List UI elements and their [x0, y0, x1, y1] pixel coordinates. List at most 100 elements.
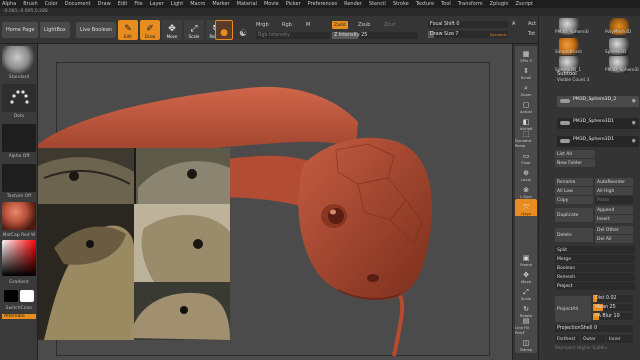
del-other-button[interactable]: Del Other — [595, 226, 633, 234]
material-thumb[interactable] — [2, 202, 36, 230]
menu-item-macro[interactable]: Macro — [190, 1, 205, 7]
eye-icon[interactable]: ◉ — [632, 98, 636, 104]
all-low-button[interactable]: All Low — [555, 187, 593, 195]
remesh-menu[interactable]: Remesh — [555, 273, 635, 281]
shelf-button-dynamic-persp[interactable]: ⬚ Dynamic Persp — [515, 130, 537, 149]
menu-item-document[interactable]: Document — [65, 1, 91, 7]
reproject-higher-subdiv-button[interactable]: Reproject Higher Subdiv — [555, 346, 607, 351]
material-swatch-button[interactable]: ● — [215, 20, 233, 40]
rgb-intensity-slider[interactable]: Rgb Intensity — [256, 32, 330, 39]
alpha-thumb[interactable] — [2, 124, 36, 152]
subtool-row[interactable]: PM3D_Sphere3D1 ◉ — [557, 118, 639, 129]
mrgb-button[interactable]: Mrgb — [256, 22, 269, 28]
standard-brush-thumb[interactable] — [2, 46, 36, 74]
shelf-button-spix-3[interactable]: ▦ SPix 3 — [515, 46, 537, 64]
shelf-button-zoom[interactable]: ⌕ Zoom — [515, 80, 537, 98]
shelf-button-qxyz[interactable]: ⤧ Qxyz — [515, 199, 537, 217]
shelf-button-move[interactable]: ✥ Move — [515, 267, 537, 285]
shelf-button-transp[interactable]: ◫ Transp — [515, 335, 537, 353]
menu-item-picker[interactable]: Picker — [286, 1, 301, 7]
menu-item-zscript[interactable]: Zscript — [516, 1, 533, 7]
subtool-row[interactable]: PM3D_Sphere3D_2 ◉ — [557, 96, 639, 107]
live-boolean-button[interactable]: Live Boolean — [76, 22, 117, 38]
dist-slider[interactable]: Dist 0.02 — [593, 295, 633, 302]
shelf-button-l-sym[interactable]: ⊗ L.Sym — [515, 182, 537, 200]
alternate-button[interactable]: Alternate — [2, 314, 36, 319]
zsub-button[interactable]: Zsub — [358, 22, 370, 28]
draw-button[interactable]: ✐ Draw — [140, 20, 160, 40]
menu-item-layer[interactable]: Layer — [150, 1, 164, 7]
autoreorder-button[interactable]: AutoReorder — [595, 178, 633, 186]
shelf-button-local[interactable]: ⊕ Local — [515, 165, 537, 183]
menu-item-brush[interactable]: Brush — [23, 1, 37, 7]
shelf-button-frame[interactable]: ▣ Frame — [515, 250, 537, 268]
menu-item-zplugin[interactable]: Zplugin — [490, 1, 509, 7]
shelf-button-line-fill-polyf[interactable]: ▤ Line Fill PolyF — [515, 317, 537, 336]
delete-button[interactable]: Delete — [555, 228, 593, 242]
m-button[interactable]: M — [306, 22, 310, 28]
duplicate-button[interactable]: Duplicate — [555, 208, 593, 222]
inner-button[interactable]: Inner — [607, 335, 633, 343]
farthest-button[interactable]: Farthest — [555, 335, 579, 343]
menu-item-edit[interactable]: Edit — [118, 1, 128, 7]
zadd-button[interactable]: Zadd — [332, 21, 348, 29]
lightbox-button[interactable]: LightBox — [40, 22, 70, 38]
edit-button[interactable]: ✎ Edit — [118, 20, 138, 40]
menu-item-color[interactable]: Color — [45, 1, 58, 7]
menu-item-marker[interactable]: Marker — [212, 1, 229, 7]
color-mode-button[interactable]: ☯ — [236, 20, 250, 40]
main-color-swatch[interactable] — [4, 290, 18, 302]
append-button[interactable]: Append — [595, 206, 633, 214]
menu-item-render[interactable]: Render — [344, 1, 362, 7]
menu-item-texture[interactable]: Texture — [416, 1, 434, 7]
copy-button[interactable]: Copy — [555, 196, 593, 204]
menu-item-movie[interactable]: Movie — [264, 1, 279, 7]
project-menu[interactable]: Project — [555, 282, 635, 290]
insert-button[interactable]: Insert — [595, 215, 633, 223]
boolean-menu[interactable]: Boolean — [555, 264, 635, 272]
texture-thumb[interactable] — [2, 164, 36, 192]
reference-image-overlay[interactable] — [38, 148, 230, 340]
stroke-thumb[interactable] — [2, 84, 36, 112]
eye-icon[interactable]: ◉ — [632, 120, 636, 126]
menu-item-transform[interactable]: Transform — [458, 1, 483, 7]
menu-item-alpha[interactable]: Alpha — [2, 1, 16, 7]
menu-item-material[interactable]: Material — [237, 1, 257, 7]
del-all-button[interactable]: Del All — [595, 235, 633, 243]
menu-item-preferences[interactable]: Preferences — [308, 1, 337, 7]
subtool-row[interactable]: PM3D_Sphere3D1 ◉ — [557, 136, 639, 147]
switch-color-button[interactable]: SwitchColor — [0, 306, 38, 311]
projection-shell-slider[interactable]: ProjectionShell 0 — [555, 325, 633, 332]
project-all-button[interactable]: ProjectAll — [555, 296, 591, 322]
document-canvas[interactable] — [38, 44, 512, 360]
shelf-button-floor[interactable]: ▭ Floor — [515, 148, 537, 166]
rename-button[interactable]: Rename — [555, 178, 593, 186]
merge-menu[interactable]: Merge — [555, 255, 635, 263]
focal-shift-slider[interactable]: Focal Shift 0 — [428, 21, 508, 28]
move-button[interactable]: ✥ Move — [162, 20, 182, 40]
shelf-button-blank-11[interactable] — [515, 233, 537, 251]
secondary-color-swatch[interactable] — [20, 290, 34, 302]
outer-button[interactable]: Outer — [581, 335, 605, 343]
z-intensity-slider[interactable]: Z Intensity 25 — [332, 32, 418, 39]
dynamic-toggle[interactable]: Dynamic — [490, 32, 507, 37]
menu-item-tool[interactable]: Tool — [441, 1, 451, 7]
menu-item-draw[interactable]: Draw — [98, 1, 111, 7]
rgb-button[interactable]: Rgb — [282, 22, 292, 28]
shelf-button-scroll[interactable]: ⇕ Scroll — [515, 63, 537, 81]
menu-item-stencil[interactable]: Stencil — [369, 1, 386, 7]
color-picker[interactable] — [2, 240, 36, 276]
pa-blur-slider[interactable]: PA Blur 10 — [593, 313, 633, 320]
mean-slider[interactable]: Mean 25 — [593, 304, 633, 311]
zcut-button[interactable]: Zcut — [384, 22, 395, 28]
home-page-button[interactable]: Home Page — [2, 22, 39, 38]
shelf-button-scale[interactable]: ⤢ Scale — [515, 284, 537, 302]
eye-icon[interactable]: ◉ — [632, 138, 636, 144]
list-all-button[interactable]: List All — [555, 150, 595, 158]
split-menu[interactable]: Split — [555, 246, 635, 254]
shelf-button-actual[interactable]: ▢ Actual — [515, 97, 537, 115]
shelf-button-blank-10[interactable] — [515, 216, 537, 234]
paste-button[interactable]: Paste — [595, 196, 633, 204]
new-folder-button[interactable]: New Folder — [555, 159, 595, 167]
menu-item-stroke[interactable]: Stroke — [393, 1, 409, 7]
